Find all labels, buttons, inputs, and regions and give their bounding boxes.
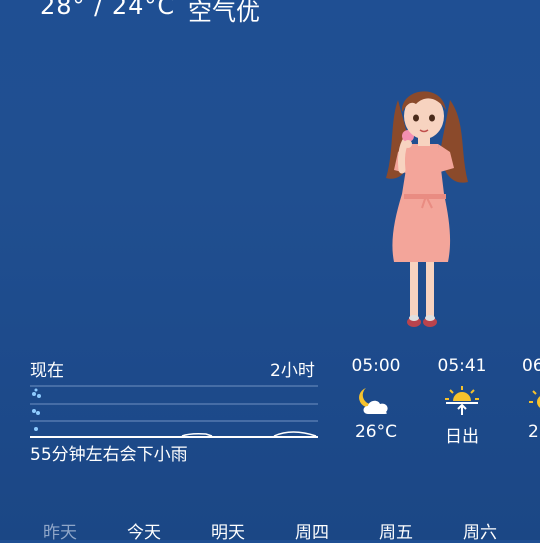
hour-time: 05:41 — [437, 356, 487, 376]
temperature-range: 28° / 24°C — [40, 0, 176, 20]
precip-now-label: 现在 — [30, 361, 64, 381]
moderate-rain-icon — [32, 409, 40, 415]
heavy-rain-icon — [32, 388, 41, 398]
day-tabs: 昨天 今天 明天 周四 周五 周六 — [0, 510, 540, 543]
tab-tomorrow[interactable]: 明天 — [196, 518, 260, 543]
hourly-item: 05:00 26°C — [341, 356, 411, 442]
sunrise-icon — [445, 386, 479, 415]
hourly-item: 06 2 — [512, 356, 540, 442]
hour-time: 05:00 — [351, 356, 401, 376]
precip-summary: 55分钟左右会下小雨 — [30, 445, 188, 465]
tab-today[interactable]: 今天 — [112, 518, 176, 543]
hour-value: 2 — [528, 422, 539, 442]
partly-cloudy-night-icon — [359, 388, 388, 414]
hour-value: 26°C — [354, 422, 397, 442]
tab-friday[interactable]: 周五 — [364, 518, 428, 543]
precip-end-label: 2小时 — [270, 361, 315, 381]
weather-girl-character — [386, 91, 468, 327]
hour-value: 日出 — [445, 427, 479, 447]
tab-thursday[interactable]: 周四 — [280, 518, 344, 543]
light-rain-icon — [34, 427, 38, 431]
sun-icon — [529, 390, 540, 408]
tab-saturday[interactable]: 周六 — [448, 518, 512, 543]
hourly-item: 05:41 日出 — [427, 356, 497, 447]
precipitation-chart — [30, 385, 318, 438]
air-quality-label: 空气优 — [188, 0, 260, 26]
hour-time: 06 — [522, 356, 540, 376]
tab-yesterday[interactable]: 昨天 — [28, 518, 92, 543]
